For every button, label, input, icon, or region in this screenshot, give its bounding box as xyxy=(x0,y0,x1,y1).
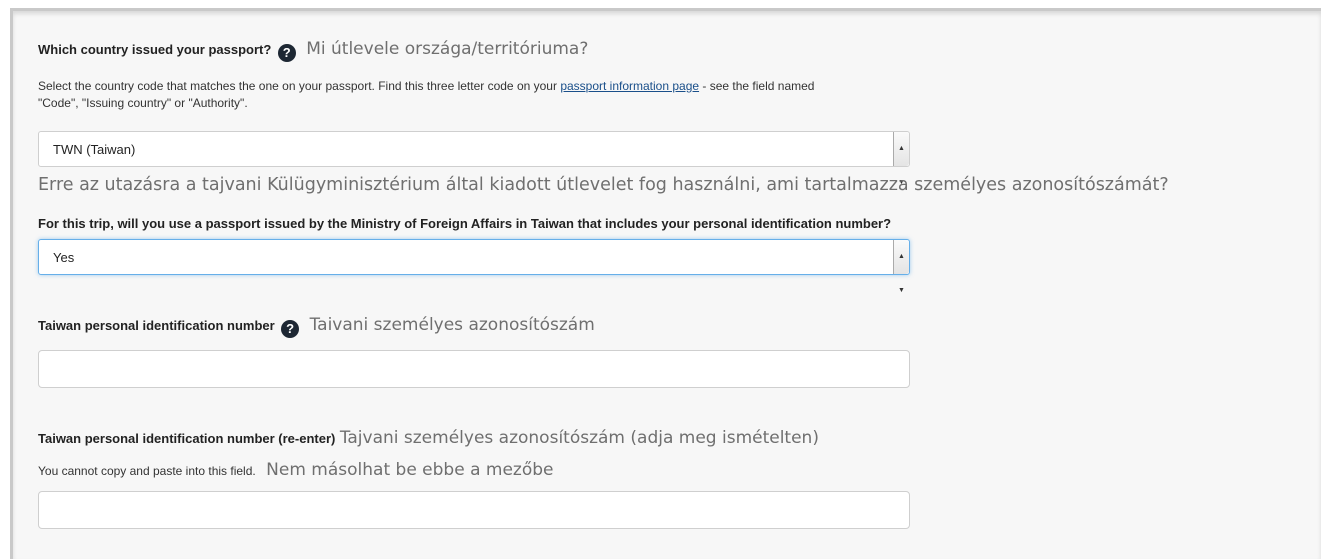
passport-info-link[interactable]: passport information page xyxy=(560,79,699,93)
question-circle-icon[interactable]: ? xyxy=(281,320,300,338)
taiwan-passport-select[interactable]: Yes ▲ ▼ xyxy=(38,239,910,294)
passport-country-help: Select the country code that matches the… xyxy=(38,78,1238,112)
pin-label-hu: Taivani személyes azonosítószám xyxy=(309,315,595,335)
taiwan-passport-question-hu: Erre az utazásra a tajvani Külügyminiszt… xyxy=(38,175,1169,195)
pin-input[interactable] xyxy=(38,350,910,388)
pin-reenter-help: You cannot copy and paste into this fiel… xyxy=(38,464,256,478)
pin-reenter-label-hu: Tajvani személyes azonosítószám (adja me… xyxy=(339,428,819,448)
triangle-up-down-icon[interactable]: ▲ ▼ xyxy=(893,240,909,294)
passport-country-label: Which country issued your passport? xyxy=(38,42,272,57)
pin-reenter-label-row: Taiwan personal identification number (r… xyxy=(38,428,819,448)
help-text: Select the country code that matches the… xyxy=(38,79,561,93)
taiwan-passport-value: Yes xyxy=(53,250,75,265)
pin-label: Taiwan personal identification number xyxy=(38,318,275,333)
pin-reenter-help-row: You cannot copy and paste into this fiel… xyxy=(38,460,554,480)
help-text-after: - see the field named xyxy=(699,79,815,93)
question-circle-icon[interactable]: ? xyxy=(277,44,296,62)
triangle-up-down-icon[interactable]: ▲ ▼ xyxy=(893,132,909,186)
form-panel: Which country issued your passport? ? Mi… xyxy=(10,8,1321,559)
passport-country-select[interactable]: TWN (Taiwan) ▲ ▼ xyxy=(38,131,910,186)
pin-reenter-help-hu: Nem másolhat be ebbe a mezőbe xyxy=(266,460,554,480)
passport-country-value: TWN (Taiwan) xyxy=(53,142,136,157)
taiwan-passport-question: For this trip, will you use a passport i… xyxy=(38,216,892,231)
help-text-line2: "Code", "Issuing country" or "Authority"… xyxy=(38,96,248,110)
pin-reenter-label: Taiwan personal identification number (r… xyxy=(38,431,336,446)
pin-reenter-input[interactable] xyxy=(38,491,910,529)
passport-country-label-row: Which country issued your passport? ? Mi… xyxy=(38,39,588,62)
pin-label-row: Taiwan personal identification number ? … xyxy=(38,315,595,338)
passport-country-label-hu: Mi útlevele országa/territóriuma? xyxy=(306,39,589,59)
